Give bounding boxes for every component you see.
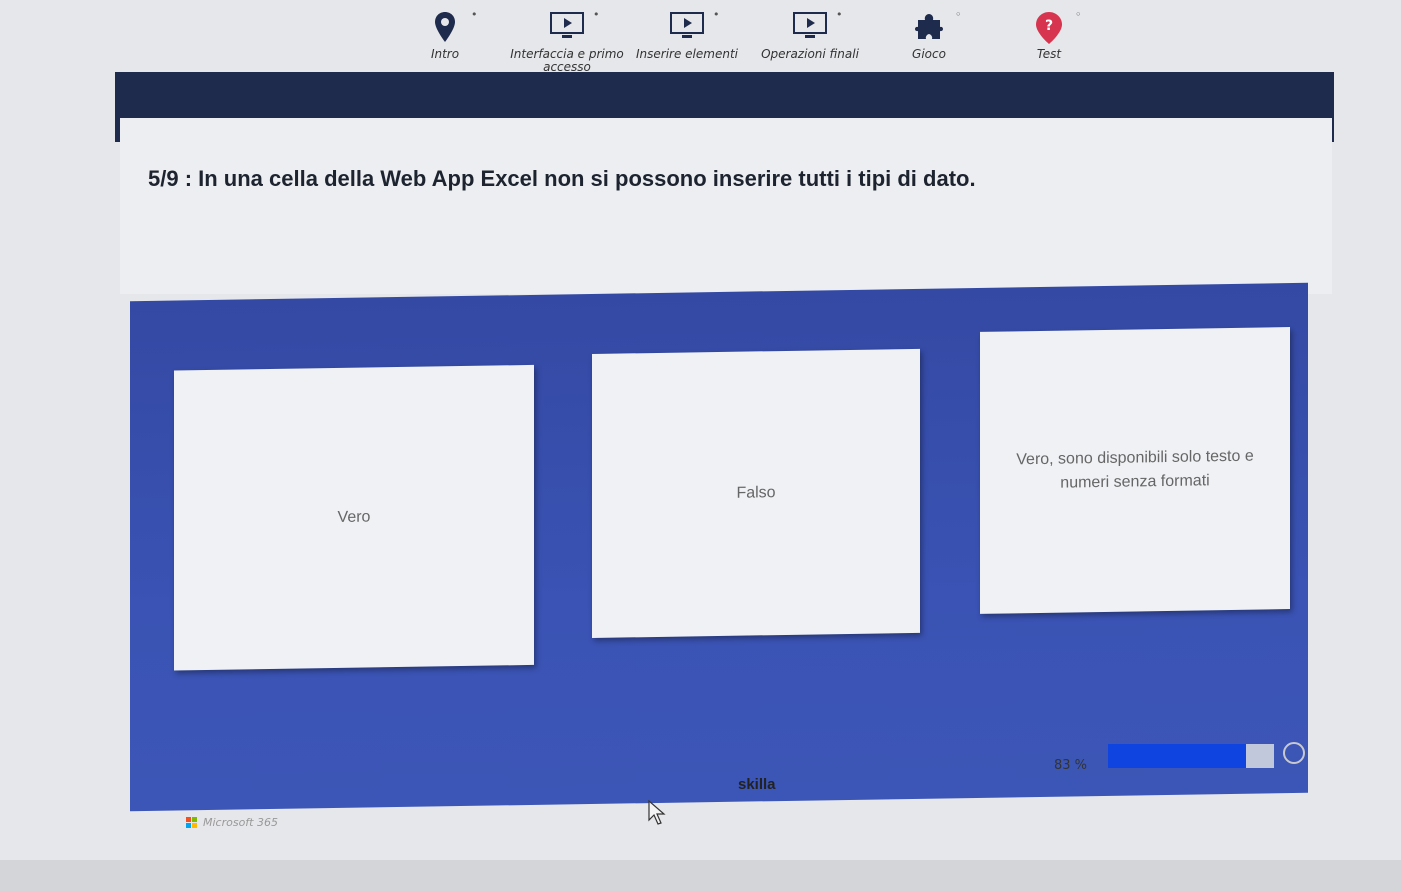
mouse-cursor-icon xyxy=(648,800,666,825)
play-screen-icon xyxy=(550,12,584,38)
nav-label: Intro xyxy=(430,47,460,61)
map-pin-icon xyxy=(435,12,455,42)
nav-label: Interfaccia e primo accesso xyxy=(510,47,624,74)
progress-fill xyxy=(1108,744,1246,768)
answer-card-vero[interactable]: Vero xyxy=(174,364,534,671)
nav-item-gioco[interactable]: ◦ Gioco xyxy=(864,8,994,61)
nav-dot: ◦ xyxy=(1075,8,1082,21)
nav-dot: • xyxy=(713,8,720,21)
answer-label: Falso xyxy=(736,484,776,502)
progress-bar xyxy=(1108,744,1274,768)
nav-item-operazioni[interactable]: • Operazioni finali xyxy=(745,8,875,61)
answers-panel: Vero Falso Vero, sono disponibili solo t… xyxy=(130,282,1308,812)
question-icon: ? xyxy=(1036,12,1062,44)
microsoft-365-logo: Microsoft 365 xyxy=(186,816,278,829)
answer-label: Vero, sono disponibili solo testo e nume… xyxy=(1016,447,1254,492)
nav-dot: ◦ xyxy=(955,8,962,21)
question-text: 5/9 : In una cella della Web App Excel n… xyxy=(148,166,976,191)
puzzle-icon xyxy=(915,14,943,39)
nav-item-inserire[interactable]: • Inserire elementi xyxy=(622,8,752,61)
nav-label: Inserire elementi xyxy=(636,47,738,61)
nav-dot: • xyxy=(471,8,478,21)
progress-circle-icon xyxy=(1283,742,1305,764)
answer-card-vero-solo-testo[interactable]: Vero, sono disponibili solo testo e nume… xyxy=(980,327,1290,614)
question-panel: 5/9 : In una cella della Web App Excel n… xyxy=(120,118,1332,294)
microsoft-grid-icon xyxy=(186,817,197,828)
nav-item-test[interactable]: ? ◦ Test xyxy=(984,8,1114,61)
nav-item-interfaccia[interactable]: • Interfaccia e primo accesso xyxy=(502,8,632,74)
play-screen-icon xyxy=(670,12,704,38)
nav-dot: • xyxy=(593,8,600,21)
answer-card-falso[interactable]: Falso xyxy=(592,348,920,638)
bottom-strip xyxy=(0,860,1401,891)
microsoft-365-label: Microsoft 365 xyxy=(203,816,278,829)
nav-item-intro[interactable]: • Intro xyxy=(380,8,510,61)
progress-label: 83 % xyxy=(1054,758,1088,773)
answer-label: Vero xyxy=(337,508,371,526)
play-screen-icon xyxy=(793,12,827,38)
brand-logo-text: skilla xyxy=(738,776,776,793)
nav-label: Gioco xyxy=(912,47,946,61)
nav-label: Test xyxy=(1036,47,1062,61)
svg-text:?: ? xyxy=(1045,18,1053,34)
nav-label: Operazioni finali xyxy=(761,47,859,61)
nav-dot: • xyxy=(836,8,843,21)
